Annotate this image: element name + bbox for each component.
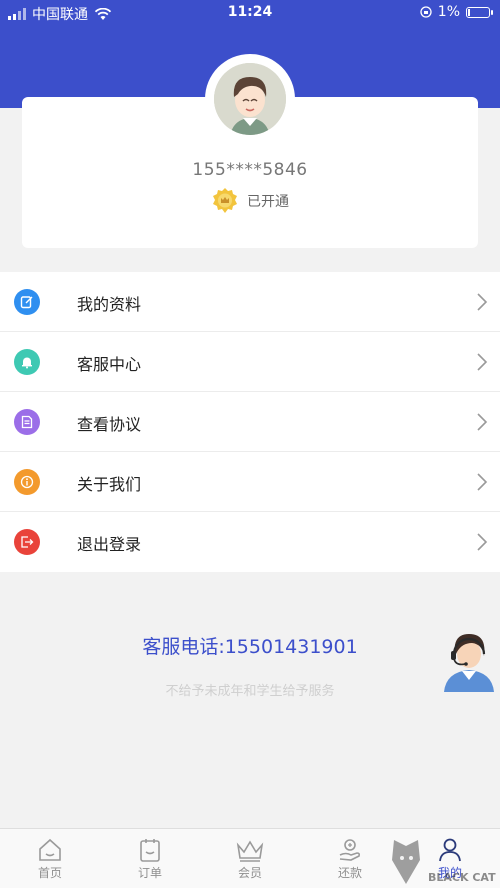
avatar[interactable] bbox=[205, 54, 295, 144]
status-bar: 中国联通 11:24 1% bbox=[0, 0, 500, 26]
menu-item-about[interactable]: 关于我们 bbox=[0, 452, 500, 512]
chevron-right-icon bbox=[477, 533, 488, 551]
menu-item-logout[interactable]: 退出登录 bbox=[0, 512, 500, 572]
tab-label: 还款 bbox=[337, 866, 362, 880]
document-icon bbox=[14, 409, 40, 435]
service-hotline[interactable]: 客服电话:15501431901 bbox=[0, 632, 500, 659]
tab-label: 订单 bbox=[137, 866, 162, 880]
customer-service-agent-icon[interactable] bbox=[440, 628, 498, 692]
battery-icon bbox=[466, 6, 493, 18]
chevron-right-icon bbox=[477, 473, 488, 491]
info-icon bbox=[14, 469, 40, 495]
tab-member[interactable]: 会员 bbox=[200, 829, 300, 888]
menu-item-label: 关于我们 bbox=[77, 475, 142, 494]
tab-repay[interactable]: 还款 bbox=[300, 829, 400, 888]
watermark-logo: BLACK CAT bbox=[392, 840, 496, 884]
battery-percent: 1% bbox=[437, 4, 460, 20]
bell-icon bbox=[14, 349, 40, 375]
home-icon bbox=[39, 838, 61, 861]
chevron-right-icon bbox=[477, 293, 488, 311]
avatar-image bbox=[214, 63, 286, 135]
tab-home[interactable]: 首页 bbox=[0, 829, 100, 888]
menu-item-label: 客服中心 bbox=[77, 355, 142, 374]
member-status-label: 已开通 bbox=[247, 194, 289, 210]
menu-item-label: 查看协议 bbox=[77, 415, 142, 434]
status-right: 1% bbox=[420, 4, 493, 20]
chevron-right-icon bbox=[477, 413, 488, 431]
menu-list: 我的资料 客服中心 查看协议 关于我们 退出登录 bbox=[0, 272, 500, 572]
menu-item-label: 退出登录 bbox=[77, 535, 142, 554]
logout-icon bbox=[14, 529, 40, 555]
crown-icon bbox=[236, 840, 264, 862]
order-icon bbox=[140, 839, 160, 862]
vip-badge-icon bbox=[213, 188, 237, 213]
repay-icon bbox=[339, 839, 361, 861]
orientation-lock-icon bbox=[420, 6, 432, 18]
tab-orders[interactable]: 订单 bbox=[100, 829, 200, 888]
menu-item-service[interactable]: 客服中心 bbox=[0, 332, 500, 392]
watermark-text: BLACK CAT bbox=[428, 871, 496, 884]
tab-label: 会员 bbox=[237, 866, 262, 880]
menu-item-agreement[interactable]: 查看协议 bbox=[0, 392, 500, 452]
tab-label: 首页 bbox=[37, 866, 62, 880]
phone-number: 155****5846 bbox=[192, 160, 308, 180]
menu-item-profile[interactable]: 我的资料 bbox=[0, 272, 500, 332]
member-status: 已开通 bbox=[0, 187, 500, 215]
menu-item-label: 我的资料 bbox=[77, 295, 142, 314]
profile-edit-icon bbox=[14, 289, 40, 315]
chevron-right-icon bbox=[477, 353, 488, 371]
service-notice: 不给予未成年和学生给予服务 bbox=[165, 684, 335, 699]
